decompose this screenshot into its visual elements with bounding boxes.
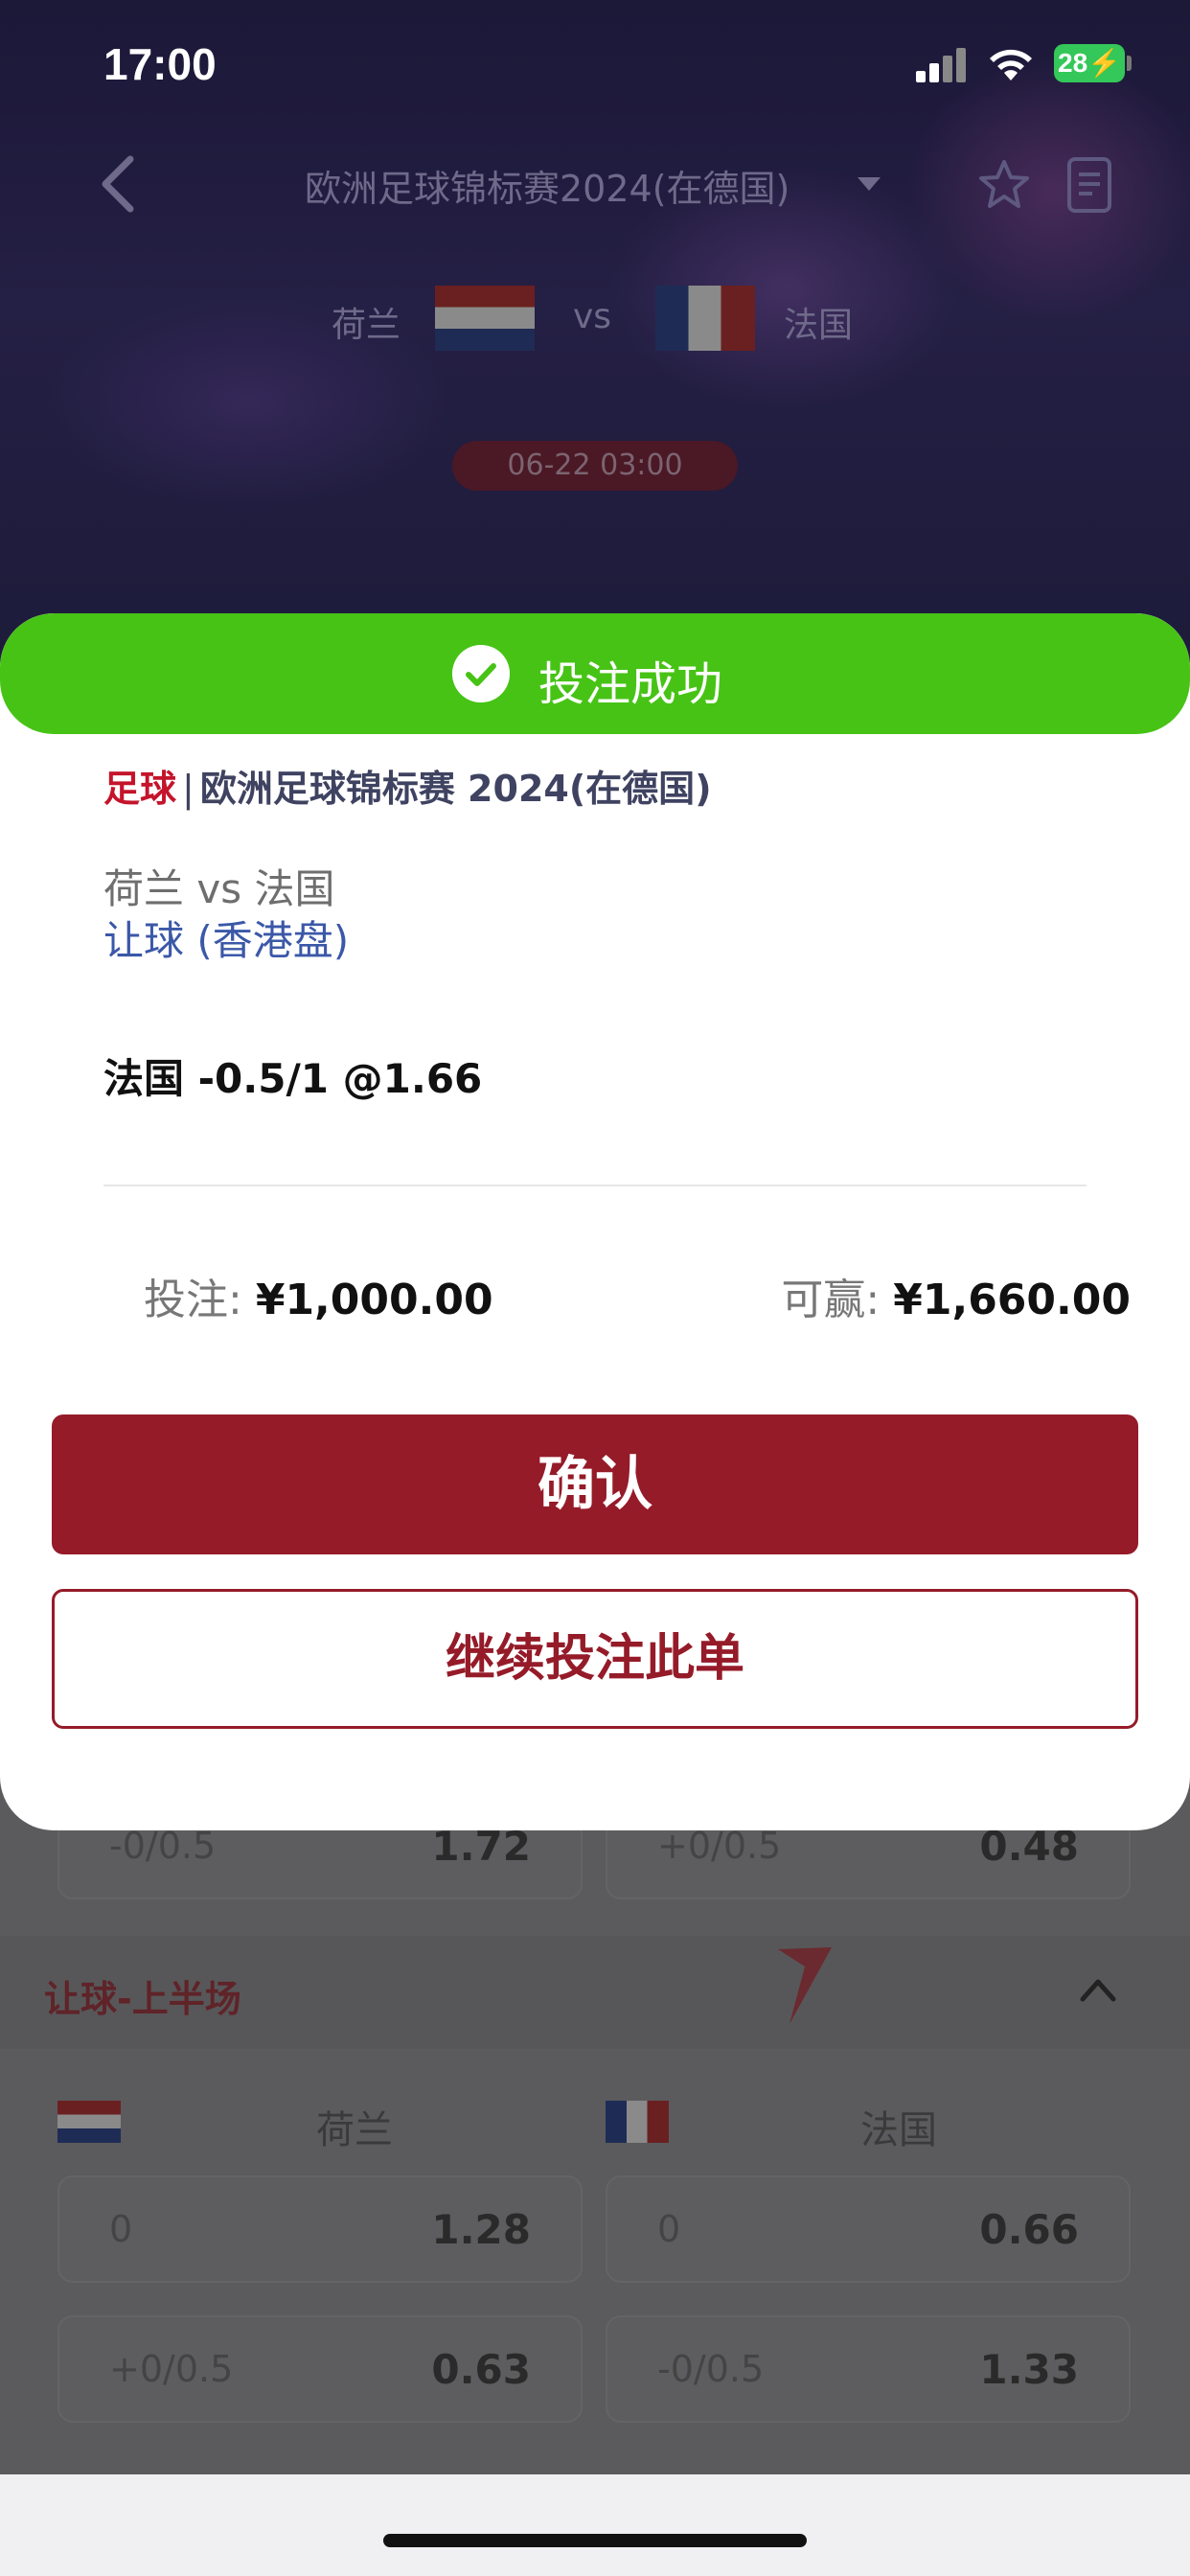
odds-cell[interactable]: -0/0.5 1.33 [606, 2315, 1131, 2423]
odds-value: 0.66 [979, 2206, 1079, 2253]
separator: | [182, 768, 195, 810]
market-type: 让球 (香港盘) [103, 917, 350, 964]
netherlands-flag-icon [435, 286, 535, 351]
odds-cell[interactable]: 0 0.66 [606, 2175, 1131, 2283]
handicap-line: -0/0.5 [109, 1825, 217, 1867]
away-team-name: 法国 [784, 306, 854, 345]
home-indicator-area [0, 2474, 1190, 2576]
continue-betting-button[interactable]: 继续投注此单 [52, 1589, 1138, 1729]
handicap-line: 0 [657, 2208, 681, 2250]
handicap-line: -0/0.5 [657, 2348, 765, 2390]
handicap-line: +0/0.5 [109, 2348, 234, 2390]
league-name: 欧洲足球锦标赛 2024(在德国) [199, 768, 712, 810]
column-team-away: 法国 [860, 2108, 937, 2152]
stake-label: 投注: [144, 1276, 242, 1324]
check-circle-icon [452, 645, 510, 702]
handicap-line: 0 [109, 2208, 133, 2250]
status-time: 17:00 [103, 39, 217, 89]
confirm-button[interactable]: 确认 [52, 1414, 1138, 1554]
bet-slip-icon[interactable] [1062, 155, 1115, 215]
odds-value: 0.63 [431, 2346, 531, 2393]
match-teams: 荷兰 vs 法国 [103, 865, 335, 912]
vs-label: vs [573, 297, 612, 336]
column-team-home: 荷兰 [316, 2108, 393, 2152]
handicap-line: +0/0.5 [657, 1825, 782, 1867]
bet-selection: 法国 -0.5/1 @1.66 [103, 1055, 483, 1102]
battery-tip [1127, 56, 1132, 71]
bet-success-modal: 投注成功 足球 | 欧洲足球锦标赛 2024(在德国) 荷兰 vs 法国 让球 (香… [0, 613, 1190, 1830]
chevron-up-icon[interactable] [1077, 1974, 1119, 2005]
chevron-down-icon[interactable] [858, 177, 881, 191]
brand-logo-icon [778, 1947, 832, 2024]
star-icon[interactable] [977, 158, 1031, 212]
success-message: 投注成功 [538, 657, 723, 711]
sport-league-line: 足球 | 欧洲足球锦标赛 2024(在德国) [103, 759, 712, 812]
win-value: ¥1,660.00 [893, 1276, 1131, 1324]
france-flag-icon [655, 286, 755, 351]
odds-cell[interactable]: 0 1.28 [57, 2175, 583, 2283]
wifi-icon [990, 49, 1032, 80]
cellular-signal-icon [916, 48, 970, 82]
odds-value: 1.33 [979, 2346, 1079, 2393]
sport-name: 足球 [103, 768, 177, 810]
netherlands-flag-icon [57, 2101, 121, 2143]
odds-cell[interactable]: +0/0.5 0.63 [57, 2315, 583, 2423]
home-team-name: 荷兰 [332, 306, 401, 345]
league-title[interactable]: 欧洲足球锦标赛2024(在德国) [305, 159, 790, 212]
battery-level: 28 [1058, 48, 1088, 78]
success-banner: 投注成功 [0, 613, 1190, 734]
potential-win: 可赢: ¥1,660.00 [781, 1265, 1131, 1326]
stake-amount: 投注: ¥1,000.00 [144, 1265, 493, 1326]
back-arrow-icon[interactable] [96, 153, 138, 215]
home-indicator[interactable] [383, 2534, 807, 2547]
match-time-badge: 06-22 03:00 [452, 441, 738, 491]
battery-icon: 28⚡ [1054, 44, 1125, 82]
status-bar: 17:00 28⚡ [0, 0, 1190, 125]
section-title: 让球-上半场 [44, 1978, 241, 2020]
divider [103, 1184, 1087, 1186]
win-label: 可赢: [781, 1276, 881, 1324]
france-flag-icon [606, 2101, 669, 2143]
odds-value: 1.28 [431, 2206, 531, 2253]
stake-value: ¥1,000.00 [255, 1276, 493, 1324]
